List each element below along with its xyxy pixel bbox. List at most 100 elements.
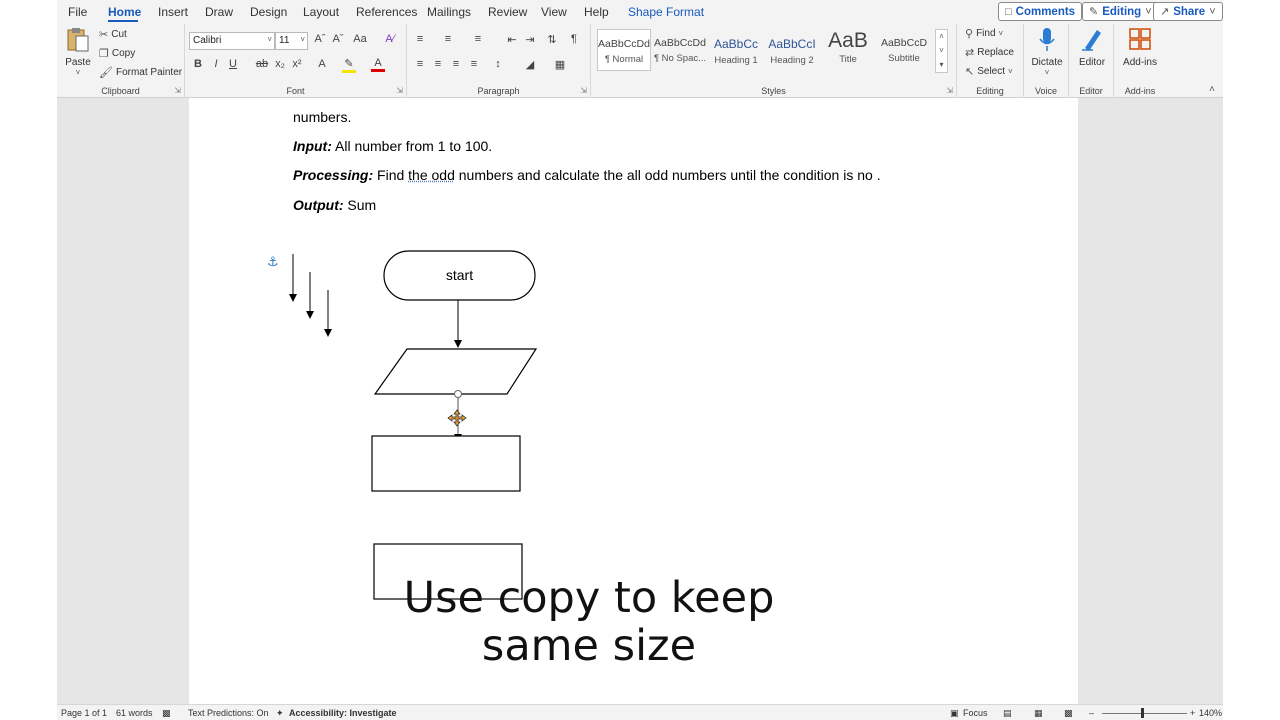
copy-button[interactable]: ❐ Copy — [99, 47, 135, 60]
font-name-select[interactable]: Calibri ˅ — [189, 32, 275, 50]
tab-draw[interactable]: Draw — [205, 5, 233, 19]
select-button[interactable]: ↖ Select ˅ — [965, 65, 1013, 78]
text-predictions-status[interactable]: Text Predictions: On — [188, 708, 269, 718]
sort-icon[interactable]: ⇅ — [545, 33, 559, 46]
strikethrough-icon[interactable]: ab — [255, 58, 269, 70]
find-button[interactable]: ⚲ Find ˅ — [965, 27, 1003, 40]
style-normal[interactable]: AaBbCcDd ¶ Normal — [597, 29, 651, 71]
process-rectangle-shape[interactable] — [371, 435, 521, 492]
bullets-icon[interactable]: ≡ — [413, 33, 427, 45]
loose-arrow-3[interactable] — [324, 290, 332, 337]
chevron-down-icon[interactable]: ˅ — [936, 44, 947, 58]
subscript-icon[interactable]: x₂ — [273, 58, 287, 70]
line-spacing-icon[interactable]: ↕ — [491, 58, 505, 70]
cut-button[interactable]: ✂ Cut — [99, 28, 127, 41]
shading-icon[interactable]: ◢ — [523, 58, 537, 71]
change-case-icon[interactable]: Aa — [353, 33, 367, 45]
format-painter-button[interactable]: 🖌 Format Painter — [99, 66, 182, 79]
word-count[interactable]: 61 words — [116, 708, 153, 718]
paste-button[interactable]: Paste ˅ — [63, 26, 93, 77]
accessibility-status[interactable]: Accessibility: Investigate — [289, 708, 397, 718]
move-cursor-icon — [447, 409, 467, 427]
justify-icon[interactable]: ≡ — [467, 58, 481, 70]
tab-design[interactable]: Design — [250, 5, 287, 19]
multilevel-list-icon[interactable]: ≡ — [471, 33, 485, 45]
highlight-icon[interactable]: ✎ — [342, 57, 356, 73]
chevron-up-icon[interactable]: ˄ — [936, 30, 947, 44]
font-color-icon[interactable]: A — [371, 57, 385, 72]
editing-mode-button[interactable]: ✎ Editing ˅ — [1082, 2, 1159, 21]
style-heading-1[interactable]: AaBbCc Heading 1 — [709, 29, 763, 71]
style-name: Title — [839, 54, 857, 65]
increase-indent-icon[interactable]: ⇥ — [523, 33, 537, 46]
styles-scroll[interactable]: ˄ ˅ ▾ — [935, 29, 948, 73]
style-heading-2[interactable]: AaBbCcI Heading 2 — [765, 29, 819, 71]
tab-review[interactable]: Review — [488, 5, 527, 19]
align-left-icon[interactable]: ≡ — [413, 58, 427, 70]
loose-arrow-1[interactable] — [289, 254, 297, 302]
clear-formatting-icon[interactable]: A∕ — [383, 33, 397, 45]
tab-view[interactable]: View — [541, 5, 567, 19]
zoom-slider-track[interactable] — [1102, 713, 1187, 714]
dialog-launcher-icon[interactable]: ⇲ — [396, 86, 403, 95]
align-center-icon[interactable]: ≡ — [431, 58, 445, 70]
shrink-font-icon[interactable]: Aˇ — [331, 33, 345, 45]
bold-icon[interactable]: B — [191, 58, 205, 70]
style-name: Heading 1 — [714, 55, 758, 66]
zoom-level[interactable]: 140% — [1199, 708, 1222, 718]
input-parallelogram-shape[interactable] — [373, 348, 538, 395]
style-title[interactable]: AaB Title — [821, 29, 875, 71]
expand-gallery-icon[interactable]: ▾ — [936, 58, 947, 72]
comments-button[interactable]: □ Comments — [998, 2, 1083, 21]
print-layout-icon[interactable]: ▦ — [1034, 708, 1043, 719]
italic-icon[interactable]: I — [209, 58, 223, 70]
style-subtitle[interactable]: AaBbCcD Subtitle — [877, 29, 931, 71]
style-no-spacing[interactable]: AaBbCcDd ¶ No Spac... — [653, 29, 707, 71]
proofing-icon[interactable]: ▩ — [162, 708, 171, 719]
tab-mailings[interactable]: Mailings — [427, 5, 471, 19]
tab-home[interactable]: Home — [108, 5, 141, 19]
collapse-ribbon-icon[interactable]: ˄ — [1209, 84, 1215, 95]
start-terminator-shape[interactable]: start — [383, 250, 536, 301]
web-layout-icon[interactable]: ▩ — [1064, 708, 1073, 719]
connector-arrow-1[interactable] — [454, 300, 462, 348]
numbering-icon[interactable]: ≡ — [441, 33, 455, 45]
dialog-launcher-icon[interactable]: ⇲ — [174, 86, 181, 95]
font-size-select[interactable]: 11 ˅ — [275, 32, 308, 50]
pilcrow-icon[interactable]: ¶ — [567, 33, 581, 45]
read-mode-icon[interactable]: ▤ — [1003, 708, 1012, 719]
decrease-indent-icon[interactable]: ⇤ — [505, 33, 519, 46]
tab-insert[interactable]: Insert — [158, 5, 188, 19]
text-effects-icon[interactable]: A — [315, 58, 329, 70]
tab-references[interactable]: References — [356, 5, 417, 19]
dialog-launcher-icon[interactable]: ⇲ — [946, 86, 953, 95]
connector-handle-start[interactable] — [454, 390, 462, 398]
superscript-icon[interactable]: x² — [290, 58, 304, 70]
replace-button[interactable]: ⇄ Replace — [965, 46, 1014, 59]
dialog-launcher-icon[interactable]: ⇲ — [580, 86, 587, 95]
focus-button[interactable]: Focus — [963, 708, 988, 718]
find-label: Find — [976, 28, 996, 39]
zoom-slider-thumb[interactable] — [1141, 708, 1144, 718]
editor-button[interactable]: Editor — [1072, 26, 1112, 68]
align-right-icon[interactable]: ≡ — [449, 58, 463, 70]
caption-line-1: Use copy to keep — [403, 573, 775, 623]
left-margin — [0, 0, 57, 720]
borders-icon[interactable]: ▦ — [553, 58, 567, 71]
dictate-button[interactable]: Dictate ˅ — [1027, 26, 1067, 77]
editor-label: Editor — [1078, 57, 1106, 68]
zoom-in-icon[interactable]: + — [1190, 708, 1195, 718]
share-button[interactable]: ↗ Share ˅ — [1153, 2, 1223, 21]
tab-file[interactable]: File — [68, 5, 87, 19]
tab-help[interactable]: Help — [584, 5, 609, 19]
addins-button[interactable]: Add-ins — [1116, 26, 1164, 68]
anchor-icon[interactable]: ⚓ — [267, 255, 279, 270]
page-count[interactable]: Page 1 of 1 — [61, 708, 107, 718]
document-page[interactable]: numbers. Input: All number from 1 to 100… — [189, 98, 1078, 704]
underline-icon[interactable]: U — [226, 58, 240, 70]
tab-shape-format[interactable]: Shape Format — [628, 5, 704, 19]
grow-font-icon[interactable]: Aˆ — [313, 33, 327, 45]
tab-layout[interactable]: Layout — [303, 5, 339, 19]
loose-arrow-2[interactable] — [306, 272, 314, 319]
zoom-out-icon[interactable]: – — [1089, 708, 1094, 718]
